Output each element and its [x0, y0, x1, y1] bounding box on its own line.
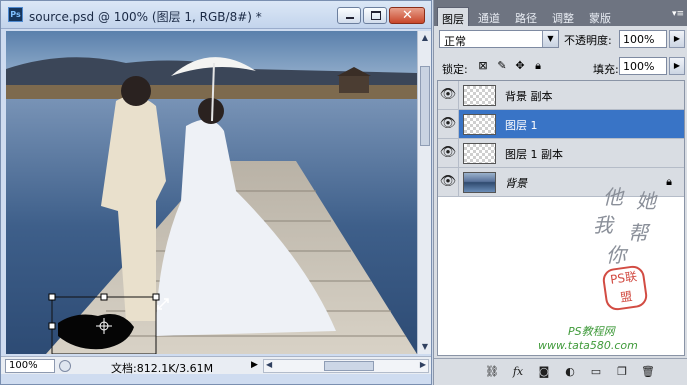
photoshop-app-icon: Ps — [8, 7, 23, 22]
fx-icon[interactable]: fx — [510, 365, 526, 379]
layers-bottom-toolbar: ⛓ fx ◙ ◐ ▭ ❐ 🗑︎ — [434, 358, 687, 384]
adjustment-icon[interactable]: ◐ — [562, 365, 578, 379]
tab-masks[interactable]: 蒙版 — [585, 7, 615, 26]
scroll-left-icon[interactable]: ◀ — [266, 360, 272, 369]
document-size-info: 文档:812.1K/3.61M — [111, 362, 214, 375]
scroll-down-icon[interactable]: ▼ — [420, 342, 430, 352]
blend-mode-select[interactable]: 正常 ▼ — [439, 30, 559, 48]
opacity-field[interactable]: 100% — [619, 30, 667, 48]
status-info-icon[interactable] — [59, 360, 71, 372]
document-window: Ps source.psd @ 100% (图层 1, RGB/8#) * ✕ — [0, 0, 432, 385]
status-menu-arrow-icon[interactable]: ▶ — [251, 360, 258, 370]
tab-layers[interactable]: 图层 — [437, 7, 469, 26]
restore-icon — [371, 11, 381, 20]
status-bar: 100% 文档:812.1K/3.61M ▶ ◀ ▶ — [1, 356, 431, 375]
zoom-level-field[interactable]: 100% — [5, 359, 55, 373]
horizontal-scrollbar[interactable]: ◀ ▶ — [263, 359, 429, 373]
watermark-char: 你 — [606, 243, 626, 267]
layer-thumbnail — [463, 143, 496, 164]
visibility-eye-icon[interactable]: 👁︎ — [438, 168, 459, 196]
opacity-slider-arrow-icon[interactable]: ▶ — [669, 30, 685, 48]
tab-paths[interactable]: 路径 — [511, 7, 541, 26]
opacity-label: 不透明度: — [564, 34, 612, 47]
document-title: source.psd @ 100% (图层 1, RGB/8#) * — [29, 10, 262, 24]
new-layer-icon[interactable]: ❐ — [614, 365, 630, 379]
lock-image-pixels-icon[interactable]: ✎ — [496, 60, 508, 72]
watermark-site-url: www.tata580.com — [538, 339, 638, 352]
visibility-eye-icon[interactable]: 👁︎ — [438, 110, 459, 138]
watermark-char: 我 — [593, 213, 613, 237]
layer-name: 背景 副本 — [505, 90, 553, 103]
layers-list: 👁︎ 背景 副本 👁︎ 图层 1 👁︎ 图层 1 副本 👁︎ 背景 🔒︎ 他 她… — [437, 80, 685, 356]
chevron-down-icon: ▼ — [542, 31, 558, 47]
image-canvas[interactable] — [6, 31, 417, 354]
visibility-eye-icon[interactable]: 👁︎ — [438, 139, 459, 167]
watermark-char: 她 — [636, 189, 656, 213]
watermark-char: 帮 — [628, 221, 648, 245]
lock-label: 锁定: — [442, 63, 468, 76]
layer-thumbnail — [463, 172, 496, 193]
tab-adjustments[interactable]: 调整 — [548, 7, 578, 26]
horizontal-scroll-thumb[interactable] — [324, 361, 374, 371]
layers-panel: 图层 通道 路径 调整 蒙版 ▾≡ 正常 ▼ 不透明度: 100% ▶ 锁定: … — [433, 0, 687, 385]
panel-menu-icon[interactable]: ▾≡ — [672, 9, 684, 19]
vertical-scroll-thumb[interactable] — [420, 66, 430, 146]
layer-name: 图层 1 副本 — [505, 148, 563, 161]
close-button[interactable]: ✕ — [389, 7, 425, 24]
group-folder-icon[interactable]: ▭ — [588, 365, 604, 379]
layer-thumbnail — [463, 114, 496, 135]
wedding-photo-image — [6, 31, 417, 354]
panel-tab-bar: 图层 通道 路径 调整 蒙版 ▾≡ — [434, 0, 687, 26]
fill-field[interactable]: 100% — [619, 57, 667, 75]
layer-row-layer-1[interactable]: 👁︎ 图层 1 — [438, 110, 684, 139]
mask-icon[interactable]: ◙ — [536, 365, 552, 379]
lock-transparency-icon[interactable]: ⊠ — [477, 60, 489, 72]
maximize-button[interactable] — [363, 7, 387, 24]
blend-mode-value: 正常 — [444, 35, 466, 48]
layer-row-layer-1-copy[interactable]: 👁︎ 图层 1 副本 — [438, 139, 684, 168]
lock-all-icon[interactable]: 🔒︎ — [532, 60, 544, 72]
watermark-seal-stamp: PS联盟 — [601, 264, 649, 312]
layer-name: 图层 1 — [505, 119, 538, 132]
trash-icon[interactable]: 🗑︎ — [640, 365, 656, 379]
minimize-icon — [346, 17, 354, 19]
layer-row-background-copy[interactable]: 👁︎ 背景 副本 — [438, 81, 684, 110]
scroll-right-icon[interactable]: ▶ — [420, 360, 426, 369]
tab-channels[interactable]: 通道 — [474, 7, 504, 26]
watermark-char: 他 — [603, 185, 623, 209]
scroll-up-icon[interactable]: ▲ — [420, 33, 430, 43]
vertical-scrollbar[interactable]: ▲ ▼ — [417, 31, 431, 354]
fill-slider-arrow-icon[interactable]: ▶ — [669, 57, 685, 75]
visibility-eye-icon[interactable]: 👁︎ — [438, 81, 459, 109]
fill-label: 填充: — [593, 63, 619, 76]
link-icon[interactable]: ⛓ — [484, 365, 500, 379]
close-icon: ✕ — [402, 8, 413, 23]
layer-thumbnail — [463, 85, 496, 106]
lock-position-icon[interactable]: ✥ — [514, 60, 526, 72]
watermark-site-name: PS教程网 — [568, 325, 615, 338]
document-title-bar[interactable]: Ps source.psd @ 100% (图层 1, RGB/8#) * ✕ — [1, 1, 431, 29]
minimize-button[interactable] — [337, 7, 361, 24]
layer-name: 背景 — [505, 177, 527, 190]
